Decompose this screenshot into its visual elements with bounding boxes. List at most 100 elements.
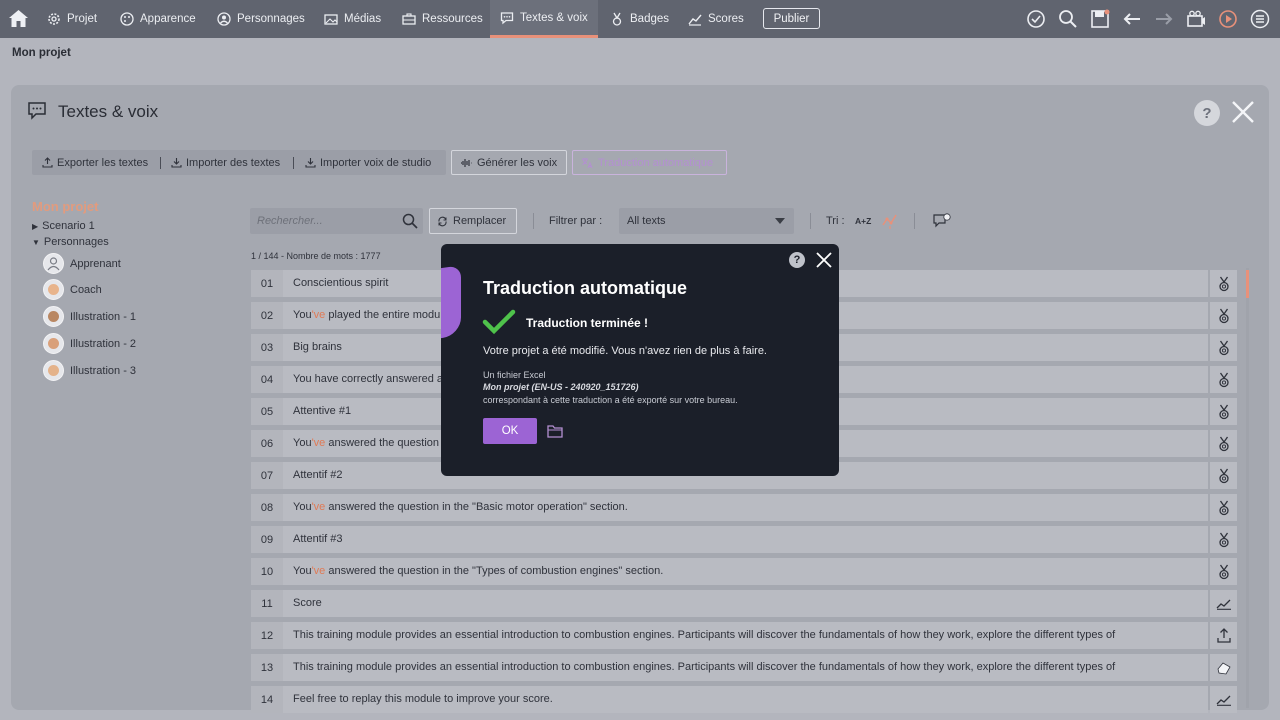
table-row[interactable]: 09 Attentif #3 <box>251 526 1208 553</box>
avatar <box>43 253 64 274</box>
row-text-prefix: You <box>293 565 312 577</box>
search-input[interactable]: Rechercher... <box>250 208 423 234</box>
nav-apparence[interactable]: Apparence <box>120 0 196 38</box>
tree-item-label: Scenario 1 <box>42 220 95 232</box>
character-item[interactable]: Apprenant <box>43 253 121 274</box>
upload-icon[interactable] <box>1210 622 1237 649</box>
character-item[interactable]: Illustration - 2 <box>43 333 136 354</box>
home-icon[interactable] <box>8 9 29 28</box>
row-text-prefix: You <box>293 437 312 449</box>
medal-icon[interactable] <box>1210 398 1237 425</box>
comment-icon[interactable] <box>933 213 951 229</box>
camera-icon[interactable] <box>1186 9 1206 29</box>
avatar <box>43 333 64 354</box>
medal-icon[interactable] <box>1210 270 1237 297</box>
character-item[interactable]: Illustration - 1 <box>43 306 136 327</box>
divider <box>293 157 294 169</box>
tree-project-title[interactable]: Mon projet <box>32 199 98 214</box>
publish-button[interactable]: Publier <box>763 8 820 29</box>
character-label: Illustration - 1 <box>70 310 137 323</box>
row-text[interactable]: This training module provides an essenti… <box>293 622 1198 649</box>
table-row[interactable]: 12 This training module provides an essen… <box>251 622 1208 649</box>
nav-medias[interactable]: Médias <box>324 0 381 38</box>
row-text[interactable]: This training module provides an essenti… <box>293 654 1198 681</box>
row-text-prefix: You <box>293 309 312 321</box>
menu-icon[interactable] <box>1250 9 1270 29</box>
export-texts-button[interactable]: Exporter les textes <box>42 150 148 175</box>
scrollbar-thumb[interactable] <box>1246 270 1249 298</box>
medal-icon[interactable] <box>1210 462 1237 489</box>
table-row[interactable]: 11 Score <box>251 590 1208 617</box>
row-number: 14 <box>251 686 283 713</box>
row-text[interactable]: Feel free to replay this module to impro… <box>293 686 1198 713</box>
row-number: 02 <box>251 302 283 329</box>
generate-label: Générer les voix <box>477 156 558 169</box>
translate-icon <box>582 157 593 168</box>
table-row[interactable]: 10 You've answered the question in the "T… <box>251 558 1208 585</box>
divider <box>914 213 915 229</box>
dialog-message: Votre projet a été modifié. Vous n'avez … <box>483 345 767 357</box>
nav-scores[interactable]: Scores <box>688 0 744 38</box>
filter-select[interactable]: All texts <box>619 208 794 234</box>
search-icon[interactable] <box>1058 9 1078 29</box>
character-label: Coach <box>70 283 102 296</box>
row-text[interactable]: Score <box>293 590 1198 617</box>
row-text-body: answered the question in the "Basic moto… <box>325 501 628 513</box>
medal-icon[interactable] <box>1210 494 1237 521</box>
sort-graph-icon[interactable] <box>882 212 898 230</box>
nav-ressources[interactable]: Ressources <box>402 0 483 38</box>
close-icon[interactable] <box>1231 100 1255 124</box>
help-button[interactable]: ? <box>1194 100 1220 126</box>
redo-arrow-icon[interactable] <box>1154 9 1174 29</box>
save-icon[interactable] <box>1090 9 1110 29</box>
import-icon <box>305 158 316 168</box>
import-studio-voice-button[interactable]: Importer voix de studio <box>305 150 431 175</box>
row-text-body: Feel free to replay this module to impro… <box>293 693 553 705</box>
validate-icon[interactable] <box>1026 9 1046 29</box>
character-item[interactable]: Coach <box>43 279 102 300</box>
replace-icon <box>438 216 447 226</box>
search-icon[interactable] <box>402 213 418 229</box>
nav-personnages[interactable]: Personnages <box>217 0 305 38</box>
medal-icon[interactable] <box>1210 430 1237 457</box>
character-item[interactable]: Illustration - 3 <box>43 360 136 381</box>
nav-projet[interactable]: Projet <box>47 0 97 38</box>
row-text[interactable]: Attentif #3 <box>293 526 1198 553</box>
dialog-help-button[interactable]: ? <box>789 252 805 268</box>
auto-translate-dialog: ? Traduction automatique Traduction term… <box>441 244 839 476</box>
row-text-prefix: You <box>293 501 312 513</box>
medal-icon[interactable] <box>1210 558 1237 585</box>
row-text[interactable]: You've answered the question in the "Bas… <box>293 494 1198 521</box>
sort-az-button[interactable]: A+Z <box>855 216 871 226</box>
tree-item-personnages[interactable]: ▼ Personnages <box>32 236 109 248</box>
scrollbar-track[interactable] <box>1246 268 1249 708</box>
auto-translate-button[interactable]: Traduction automatique <box>572 150 727 175</box>
chart-icon[interactable] <box>1210 686 1237 713</box>
replace-button[interactable]: Remplacer <box>429 208 517 234</box>
ok-button[interactable]: OK <box>483 418 537 444</box>
row-number: 07 <box>251 462 283 489</box>
generate-voices-button[interactable]: Générer les voix <box>451 150 567 175</box>
hand-icon[interactable] <box>1210 654 1237 681</box>
folder-icon[interactable] <box>547 424 563 438</box>
medal-icon[interactable] <box>1210 302 1237 329</box>
nav-textes-voix[interactable]: Textes & voix <box>490 0 598 38</box>
chart-icon[interactable] <box>1210 590 1237 617</box>
row-text-highlight: 've <box>311 501 326 513</box>
row-text[interactable]: You've answered the question in the "Typ… <box>293 558 1198 585</box>
row-number: 03 <box>251 334 283 361</box>
divider <box>160 157 161 169</box>
nav-badges[interactable]: Badges <box>610 0 669 38</box>
table-row[interactable]: 13 This training module provides an essen… <box>251 654 1208 681</box>
row-number: 11 <box>251 590 283 617</box>
table-row[interactable]: 14 Feel free to replay this module to imp… <box>251 686 1208 713</box>
medal-icon[interactable] <box>1210 334 1237 361</box>
medal-icon[interactable] <box>1210 526 1237 553</box>
table-row[interactable]: 08 You've answered the question in the "B… <box>251 494 1208 521</box>
undo-arrow-icon[interactable] <box>1122 9 1142 29</box>
import-texts-button[interactable]: Importer des textes <box>171 150 280 175</box>
tree-item-scenario[interactable]: ▶ Scenario 1 <box>32 220 95 232</box>
play-icon[interactable] <box>1218 9 1238 29</box>
medal-icon[interactable] <box>1210 366 1237 393</box>
close-icon[interactable] <box>815 251 833 269</box>
